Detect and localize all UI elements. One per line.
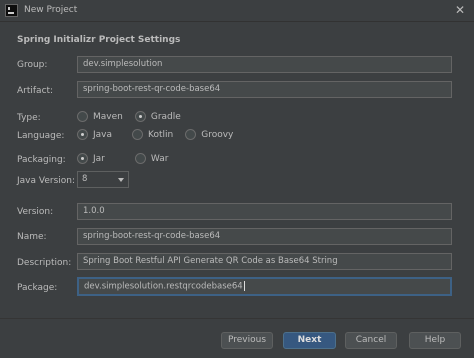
text-caret [243,281,245,291]
type-label: Type: [17,113,41,123]
group-field[interactable]: dev.simplesolution [77,56,452,73]
language-kotlin-radio[interactable]: Kotlin [132,129,173,140]
window-title: New Project [24,5,78,15]
radio-unchecked-icon [132,129,144,140]
previous-button[interactable]: Previous [221,332,273,349]
next-button[interactable]: Next [283,332,336,349]
help-button[interactable]: Help [409,332,461,349]
type-radio-group: Maven Gradle [77,111,193,122]
radio-unchecked-icon [134,153,146,164]
intellij-logo-icon [5,4,18,17]
version-field[interactable]: 1.0.0 [77,203,452,220]
packaging-label: Packaging: [17,155,66,165]
type-maven-radio[interactable]: Maven [77,111,123,122]
language-radio-group: Java Kotlin Groovy [77,129,245,140]
name-field[interactable]: spring-boot-rest-qr-code-base64 [77,228,452,245]
artifact-label: Artifact: [17,86,54,96]
title-bar: New Project ✕ [0,0,474,22]
package-field[interactable]: dev.simplesolution.restqrcodebase64 [77,277,452,296]
close-icon[interactable]: ✕ [453,3,467,17]
type-gradle-radio[interactable]: Gradle [134,111,181,122]
radio-checked-icon [134,111,146,122]
description-label: Description: [17,258,72,268]
artifact-field[interactable]: spring-boot-rest-qr-code-base64 [77,81,452,98]
group-label: Group: [17,60,48,70]
language-groovy-radio[interactable]: Groovy [185,129,233,140]
packaging-radio-group: Jar War [77,153,180,164]
chevron-down-icon [118,178,124,182]
package-field-value: dev.simplesolution.restqrcodebase64 [84,281,243,292]
packaging-jar-radio[interactable]: Jar [77,153,105,164]
language-java-radio[interactable]: Java [77,129,112,140]
footer-divider [0,318,474,319]
version-label: Version: [17,207,54,217]
section-title: Spring Initializr Project Settings [17,35,181,45]
radio-unchecked-icon [185,129,197,140]
radio-unchecked-icon [77,111,88,122]
name-label: Name: [17,232,47,242]
radio-checked-icon [77,129,88,140]
radio-checked-icon [77,153,88,164]
java-version-select[interactable]: 8 [77,171,129,188]
package-label: Package: [17,283,58,293]
packaging-war-radio[interactable]: War [134,153,168,164]
java-version-label: Java Version: [17,176,75,186]
language-label: Language: [17,131,65,141]
description-field[interactable]: Spring Boot Restful API Generate QR Code… [77,253,452,270]
cancel-button[interactable]: Cancel [345,332,397,349]
